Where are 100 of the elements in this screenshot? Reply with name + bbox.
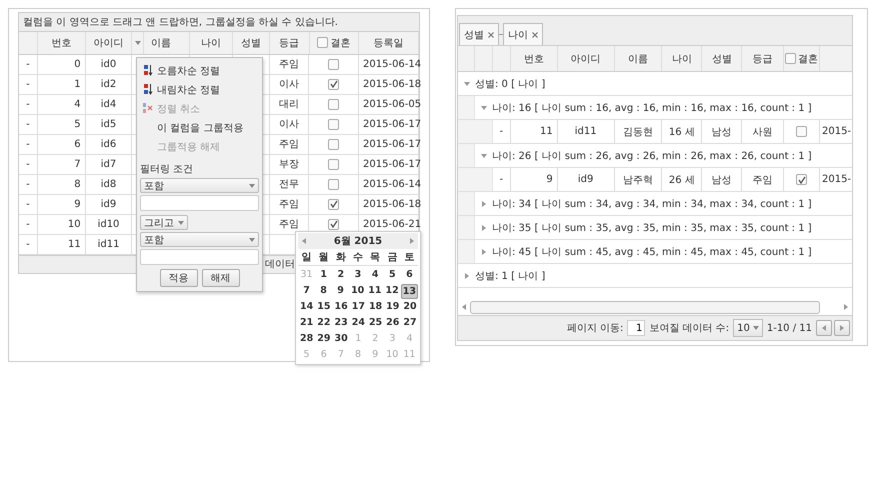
menu-item[interactable]: 이 컬럼을 그룹적용 [140, 118, 259, 137]
table-cell: 11 [510, 120, 558, 143]
group-tag[interactable]: 나이 [503, 23, 543, 45]
close-icon[interactable] [488, 32, 494, 38]
group-row-label: 나이: 35 [ 나이 sum : 35, avg : 35, min : 35, max : 35, count : 1 ] [492, 222, 812, 234]
calendar-day[interactable]: 18 [366, 298, 384, 314]
condition-select[interactable]: 포함 [140, 178, 259, 193]
page-size-select[interactable]: 10 [733, 319, 763, 337]
calendar-day[interactable]: 13 [400, 284, 418, 299]
calendar-day[interactable]: 29 [315, 330, 332, 346]
close-icon[interactable] [532, 32, 538, 38]
scroll-left-icon[interactable] [461, 304, 467, 310]
calendar-day[interactable]: 8 [318, 283, 329, 298]
column-header[interactable]: 결혼 [310, 32, 360, 54]
menu-item[interactable]: 내림차순 정렬 [140, 80, 259, 99]
group-row-label: 나이: 26 [ 나이 sum : 26, avg : 26, min : 26, max : 26, count : 1 ] [492, 150, 812, 162]
page-field[interactable]: 1 [627, 320, 646, 336]
calendar-day[interactable]: 24 [350, 314, 367, 330]
group-tag[interactable]: 성별 [459, 23, 499, 45]
table-cell: 2015-06-17 [359, 134, 420, 154]
operator-select[interactable]: 그리고 [140, 215, 188, 230]
column-header[interactable]: 등록일 [359, 32, 419, 54]
calendar-day[interactable]: 25 [366, 314, 384, 330]
calendar-day[interactable]: 22 [315, 314, 332, 330]
column-label: 번호 [524, 52, 544, 66]
calendar-day[interactable]: 2 [336, 266, 346, 282]
checkbox[interactable] [328, 58, 340, 70]
table-cell: 0 [38, 54, 86, 74]
column-menu-button[interactable] [132, 32, 144, 54]
group-row-label: 나이: 16 [ 나이 sum : 16, avg : 16, min : 16, max : 16, count : 1 ] [492, 102, 812, 114]
expand-toggle-icon[interactable] [464, 80, 470, 86]
expand-toggle-icon[interactable] [481, 200, 487, 206]
calendar-day[interactable]: 16 [332, 298, 350, 314]
calendar-day[interactable]: 9 [335, 283, 346, 298]
checkbox[interactable] [785, 53, 796, 64]
filter-button[interactable]: 적용 [160, 269, 198, 287]
checkbox[interactable] [328, 138, 340, 150]
calendar-day[interactable]: 28 [298, 330, 316, 346]
calendar-day[interactable]: 4 [370, 266, 380, 282]
month-title: 6월 2015 [334, 235, 382, 248]
checkbox[interactable] [328, 158, 340, 170]
column-header[interactable]: 아이디 [558, 46, 615, 71]
scrollbar-thumb[interactable] [470, 300, 820, 314]
calendar-day[interactable]: 11 [366, 283, 384, 298]
calendar-day[interactable]: 20 [401, 298, 419, 314]
calendar-day[interactable]: 17 [350, 298, 367, 314]
next-month-icon[interactable] [409, 238, 415, 244]
group-drop-hint: 컬럼을 이 영역으로 드래그 앤 드랍하면, 그룹설정을 하실 수 있습니다. [19, 13, 419, 32]
weekday-label: 월 [318, 251, 329, 264]
previous-month-icon[interactable] [301, 238, 307, 244]
column-header[interactable]: 이름 [614, 46, 662, 71]
column-header[interactable]: 결혼 [784, 46, 820, 71]
checkbox[interactable] [328, 218, 340, 230]
calendar-day[interactable]: 1 [318, 266, 330, 282]
calendar-day[interactable]: 12 [384, 283, 401, 298]
calendar-day[interactable]: 5 [386, 266, 398, 282]
table-cell: 주임 [270, 194, 310, 214]
calendar-day[interactable]: 15 [315, 298, 332, 314]
checkbox[interactable] [328, 118, 340, 130]
filter-button[interactable]: 해제 [202, 269, 240, 287]
table-cell: - [19, 194, 38, 214]
calendar-day[interactable]: 21 [298, 314, 316, 330]
calendar-day[interactable]: 19 [384, 298, 402, 314]
filter-value-field[interactable] [140, 249, 259, 265]
checkbox[interactable] [796, 174, 808, 185]
scroll-right-icon[interactable] [843, 304, 849, 310]
checkbox[interactable] [328, 178, 340, 190]
expand-toggle-icon[interactable] [481, 104, 487, 110]
checkbox[interactable] [317, 37, 328, 48]
calendar-day[interactable]: 3 [352, 266, 364, 282]
condition-select[interactable]: 포함 [140, 232, 259, 247]
previous-page-button[interactable] [816, 320, 832, 336]
checkbox[interactable] [796, 126, 808, 137]
expand-toggle-icon[interactable] [464, 272, 470, 278]
column-header[interactable]: 나이 [662, 46, 702, 71]
calendar-day[interactable]: 7 [301, 283, 312, 298]
expand-toggle-icon[interactable] [481, 248, 487, 254]
expand-toggle-icon[interactable] [481, 152, 487, 158]
filter-value-field[interactable] [140, 195, 259, 211]
calendar-day[interactable]: 27 [401, 314, 419, 330]
column-header[interactable]: 나이 [190, 32, 233, 54]
expand-toggle-icon[interactable] [481, 224, 487, 230]
column-header[interactable]: 성별 [702, 46, 742, 71]
calendar-day[interactable]: 30 [332, 330, 350, 346]
calendar-day[interactable]: 26 [384, 314, 402, 330]
calendar-day[interactable]: 10 [349, 283, 366, 298]
checkbox[interactable] [328, 198, 340, 210]
column-header[interactable]: 번호 [510, 46, 558, 71]
calendar-day[interactable]: 23 [332, 314, 350, 330]
calendar-day[interactable]: 14 [298, 298, 316, 314]
calendar-day[interactable]: 6 [404, 266, 415, 282]
column-header[interactable]: 등급 [270, 32, 310, 54]
checkbox[interactable] [328, 78, 340, 90]
column-header[interactable]: 성별 [232, 32, 270, 54]
column-header[interactable]: 이름 [132, 32, 190, 54]
checkbox[interactable] [328, 98, 340, 110]
next-page-button[interactable] [834, 320, 850, 336]
column-header[interactable]: 번호 [38, 32, 86, 54]
column-header[interactable]: 등급 [742, 46, 784, 71]
menu-item[interactable]: 오름차순 정렬 [140, 61, 259, 80]
